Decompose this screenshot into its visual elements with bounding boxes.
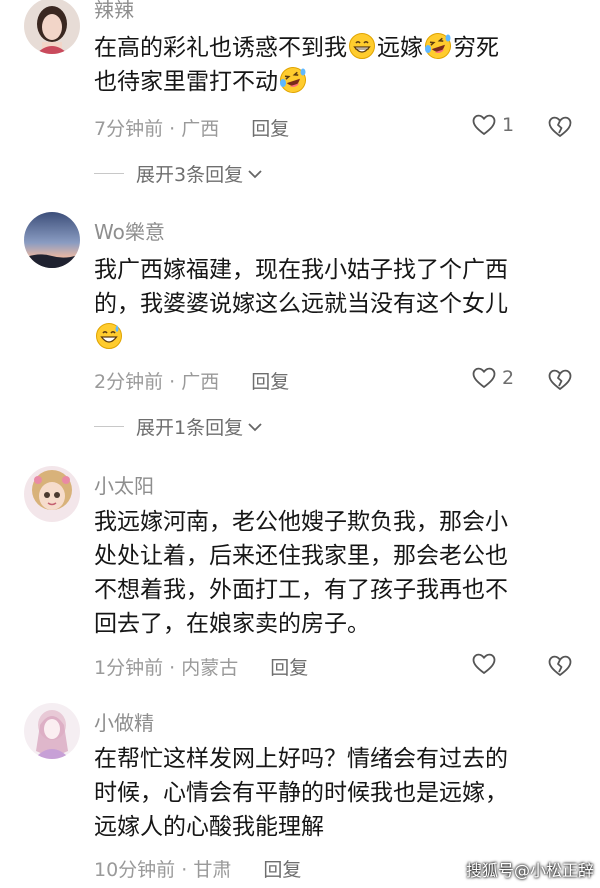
broken-heart-icon bbox=[548, 369, 572, 390]
comment-line: 我远嫁河南，老公他嫂子欺负我，那会小 bbox=[94, 505, 584, 539]
location: 广西 bbox=[181, 371, 220, 393]
expand-replies-label: 展开1条回复 bbox=[136, 417, 244, 439]
grin-emoji bbox=[348, 32, 376, 60]
chevron-down-icon bbox=[248, 169, 262, 178]
separator: · bbox=[169, 371, 176, 393]
comment-line: 的，我婆婆说嫁这么远就当没有这个女儿 bbox=[94, 287, 584, 321]
reply-button[interactable]: 回复 bbox=[251, 118, 289, 140]
username[interactable]: Wo樂意 bbox=[94, 216, 165, 245]
comment-line: 也待家里雷打不动 bbox=[94, 65, 584, 99]
avatar[interactable] bbox=[24, 703, 80, 759]
heart-icon bbox=[472, 653, 496, 674]
timestamp: 1分钟前 bbox=[94, 657, 164, 679]
broken-heart-icon bbox=[548, 655, 572, 676]
username[interactable]: 小做精 bbox=[94, 707, 154, 736]
comment-text-run: 处处让着，后来还住我家里，那会老公也 bbox=[94, 543, 508, 569]
comment-text-run: 也待家里雷打不动 bbox=[94, 69, 278, 95]
like-button[interactable]: 1 bbox=[472, 114, 514, 136]
location: 内蒙古 bbox=[181, 657, 239, 679]
watermark: 搜狐号@小松正辞 bbox=[466, 861, 595, 880]
comment-text-run: 不想着我，外面打工，有了孩子我再也不 bbox=[94, 577, 508, 603]
laugh-cry-emoji bbox=[424, 32, 452, 60]
like-count: 1 bbox=[502, 114, 515, 136]
comment-text-run: 回去了，在娘家卖的房子。 bbox=[94, 611, 370, 637]
comment-text: 我广西嫁福建，现在我小姑子找了个广西 的，我婆婆说嫁这么远就当没有这个女儿 bbox=[94, 253, 584, 355]
username[interactable]: 小太阳 bbox=[94, 470, 154, 499]
avatar[interactable] bbox=[24, 466, 80, 522]
comment-text-run: 我远嫁河南，老公他嫂子欺负我，那会小 bbox=[94, 509, 508, 535]
comment-text: 在帮忙这样发网上好吗？情绪会有过去的 时候，心情会有平静的时候我也是远嫁， 远嫁人的… bbox=[94, 742, 584, 844]
comment-text-run: 远嫁 bbox=[377, 35, 423, 61]
divider bbox=[94, 173, 124, 174]
comment-text-run: 时候，心情会有平静的时候我也是远嫁， bbox=[94, 780, 508, 806]
timestamp: 2分钟前 bbox=[94, 371, 164, 393]
expand-replies-label: 展开3条回复 bbox=[136, 164, 244, 186]
reply-button[interactable]: 回复 bbox=[263, 859, 301, 881]
expand-replies-button[interactable]: 展开1条回复 bbox=[94, 413, 263, 440]
divider bbox=[94, 426, 124, 427]
laugh-cry-emoji bbox=[279, 66, 307, 94]
timestamp: 10分钟前 bbox=[94, 859, 176, 881]
reply-button[interactable]: 回复 bbox=[251, 371, 289, 393]
comment-text-run: 穷死 bbox=[453, 35, 499, 61]
timestamp: 7分钟前 bbox=[94, 118, 164, 140]
expand-replies-button[interactable]: 展开3条回复 bbox=[94, 160, 263, 187]
username[interactable]: 辣辣 bbox=[94, 0, 134, 23]
separator: · bbox=[169, 657, 176, 679]
heart-icon bbox=[472, 114, 496, 135]
dislike-button[interactable] bbox=[548, 116, 572, 142]
comment-line: 处处让着，后来还住我家里，那会老公也 bbox=[94, 539, 584, 573]
separator: · bbox=[169, 118, 176, 140]
dislike-button[interactable] bbox=[548, 369, 572, 395]
avatar[interactable] bbox=[24, 0, 80, 54]
like-button[interactable] bbox=[472, 653, 502, 675]
avatar[interactable] bbox=[24, 212, 80, 268]
comment-line: 回去了，在娘家卖的房子。 bbox=[94, 607, 584, 641]
comment-text-run: 远嫁人的心酸我能理解 bbox=[94, 814, 324, 840]
heart-icon bbox=[472, 367, 496, 388]
location: 广西 bbox=[181, 118, 220, 140]
comment-text-run: 在高的彩礼也诱惑不到我 bbox=[94, 35, 347, 61]
separator: · bbox=[181, 859, 188, 881]
comment-meta: 2分钟前 · 广西 回复 bbox=[94, 367, 289, 394]
comment-meta: 10分钟前 · 甘肃 回复 bbox=[94, 855, 301, 882]
comment-line bbox=[94, 321, 584, 355]
like-button[interactable]: 2 bbox=[472, 367, 514, 389]
chevron-down-icon bbox=[248, 422, 262, 431]
comment-line: 不想着我，外面打工，有了孩子我再也不 bbox=[94, 573, 584, 607]
comment-text: 我远嫁河南，老公他嫂子欺负我，那会小 处处让着，后来还住我家里，那会老公也 不想着我… bbox=[94, 505, 584, 641]
reply-button[interactable]: 回复 bbox=[270, 657, 308, 679]
broken-heart-icon bbox=[548, 116, 572, 137]
comment-meta: 7分钟前 · 广西 回复 bbox=[94, 114, 289, 141]
comment-line: 远嫁人的心酸我能理解 bbox=[94, 810, 584, 844]
location: 甘肃 bbox=[193, 859, 232, 881]
sweat-smile-emoji bbox=[95, 322, 123, 350]
comment-text-run: 在帮忙这样发网上好吗？情绪会有过去的 bbox=[94, 746, 508, 772]
comment-text-run: 我广西嫁福建，现在我小姑子找了个广西 bbox=[94, 257, 508, 283]
like-count: 2 bbox=[502, 367, 515, 389]
comment-line: 在帮忙这样发网上好吗？情绪会有过去的 bbox=[94, 742, 584, 776]
comment-text-run: 的，我婆婆说嫁这么远就当没有这个女儿 bbox=[94, 291, 508, 317]
dislike-button[interactable] bbox=[548, 655, 572, 681]
comment-line: 在高的彩礼也诱惑不到我 远嫁 穷死 bbox=[94, 31, 584, 65]
comment-meta: 1分钟前 · 内蒙古 回复 bbox=[94, 653, 308, 680]
comment-line: 时候，心情会有平静的时候我也是远嫁， bbox=[94, 776, 584, 810]
comment-line: 我广西嫁福建，现在我小姑子找了个广西 bbox=[94, 253, 584, 287]
comment-text: 在高的彩礼也诱惑不到我 远嫁 穷死也待家里雷打不动 bbox=[94, 31, 584, 99]
